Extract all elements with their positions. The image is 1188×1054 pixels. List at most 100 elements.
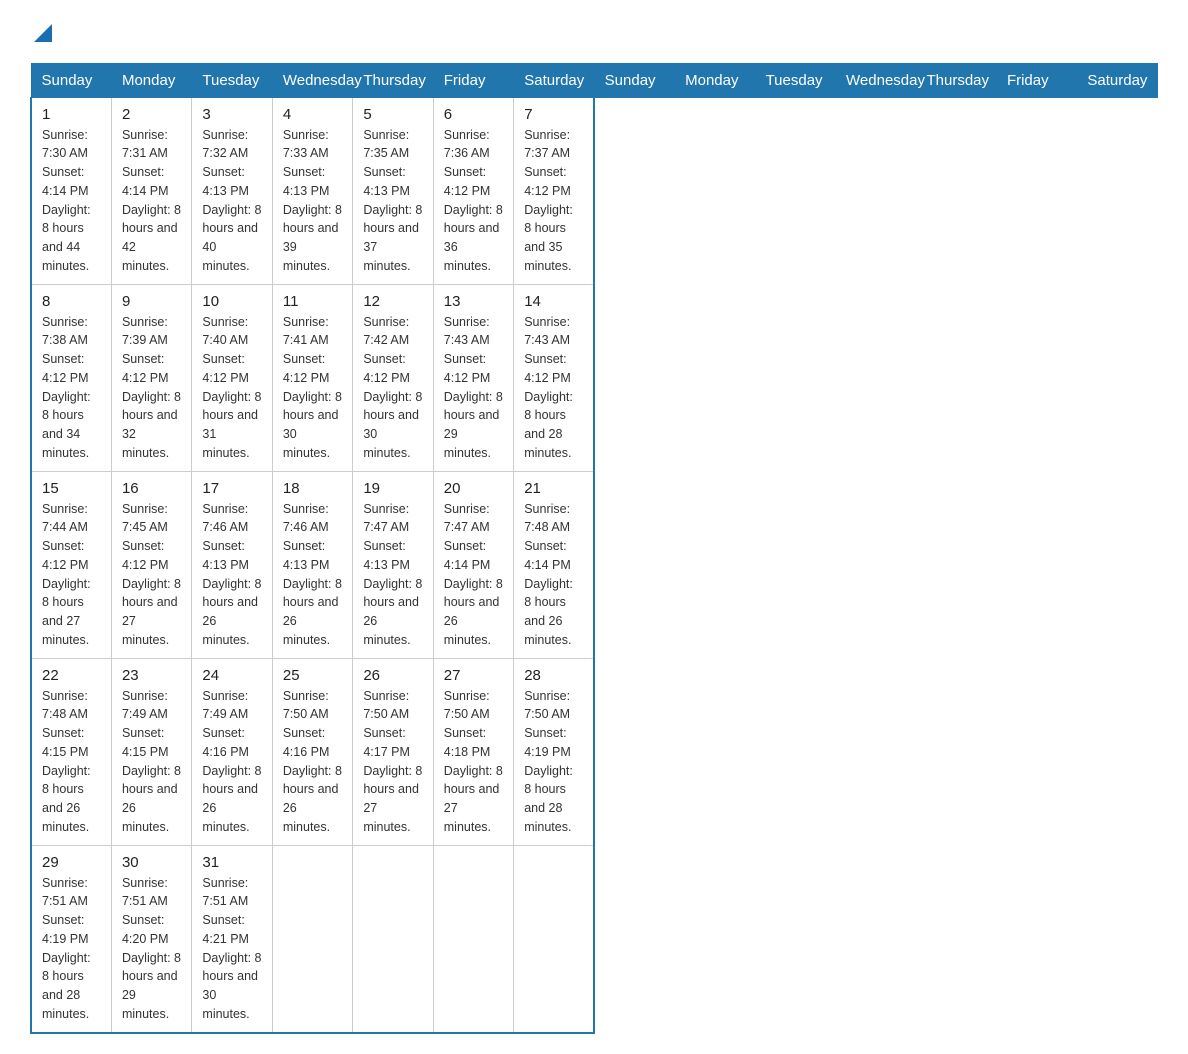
calendar-cell: 3Sunrise: 7:32 AMSunset: 4:13 PMDaylight… [192, 97, 272, 284]
day-number: 15 [42, 480, 101, 497]
day-number: 11 [283, 293, 342, 310]
day-number: 28 [524, 667, 583, 684]
calendar-cell: 9Sunrise: 7:39 AMSunset: 4:12 PMDaylight… [111, 284, 191, 471]
day-info: Sunrise: 7:33 AMSunset: 4:13 PMDaylight:… [283, 126, 342, 276]
calendar-cell: 5 Sunrise: 7:35 AMSunset: 4:13 PMDaylight… [353, 97, 433, 284]
day-number: 23 [122, 667, 181, 684]
day-number: 14 [524, 293, 583, 310]
calendar-cell: 10 Sunrise: 7:40 AMSunset: 4:12 PMDayligh… [192, 284, 272, 471]
day-number: 16 [122, 480, 181, 497]
col-header-sunday: Sunday [594, 63, 674, 97]
week-row-4: 22 Sunrise: 7:48 AMSunset: 4:15 PMDayligh… [31, 658, 1158, 845]
calendar-cell: 12Sunrise: 7:42 AMSunset: 4:12 PMDayligh… [353, 284, 433, 471]
day-info: Sunrise: 7:51 AMSunset: 4:20 PMDaylight:… [122, 874, 181, 1024]
header-thursday: Thursday [353, 63, 433, 97]
calendar-cell: 22 Sunrise: 7:48 AMSunset: 4:15 PMDayligh… [31, 658, 111, 845]
col-header-monday: Monday [675, 63, 755, 97]
day-number: 21 [524, 480, 583, 497]
day-info: Sunrise: 7:43 AMSunset: 4:12 PMDaylight:… [524, 313, 583, 463]
col-header-friday: Friday [996, 63, 1076, 97]
calendar-cell: 23Sunrise: 7:49 AMSunset: 4:15 PMDayligh… [111, 658, 191, 845]
day-number: 13 [444, 293, 503, 310]
day-info: Sunrise: 7:37 AMSunset: 4:12 PMDaylight:… [524, 126, 583, 276]
day-number: 27 [444, 667, 503, 684]
day-info: Sunrise: 7:31 AMSunset: 4:14 PMDaylight:… [122, 126, 181, 276]
header-tuesday: Tuesday [192, 63, 272, 97]
calendar-cell: 26 Sunrise: 7:50 AMSunset: 4:17 PMDayligh… [353, 658, 433, 845]
day-info: Sunrise: 7:48 AMSunset: 4:15 PMDaylight:… [42, 687, 101, 837]
day-number: 9 [122, 293, 181, 310]
day-number: 12 [363, 293, 422, 310]
day-info: Sunrise: 7:38 AMSunset: 4:12 PMDaylight:… [42, 313, 101, 463]
day-info: Sunrise: 7:46 AMSunset: 4:13 PMDaylight:… [283, 500, 342, 650]
calendar-cell: 15Sunrise: 7:44 AMSunset: 4:12 PMDayligh… [31, 471, 111, 658]
calendar-cell: 8Sunrise: 7:38 AMSunset: 4:12 PMDaylight… [31, 284, 111, 471]
calendar-cell: 13 Sunrise: 7:43 AMSunset: 4:12 PMDayligh… [433, 284, 513, 471]
day-info: Sunrise: 7:50 AMSunset: 4:18 PMDaylight:… [444, 687, 503, 837]
day-info: Sunrise: 7:50 AMSunset: 4:19 PMDaylight:… [524, 687, 583, 837]
day-info: Sunrise: 7:43 AMSunset: 4:12 PMDaylight:… [444, 313, 503, 463]
day-info: Sunrise: 7:51 AMSunset: 4:21 PMDaylight:… [202, 874, 261, 1024]
col-header-saturday: Saturday [1077, 63, 1158, 97]
header-sunday: Sunday [31, 63, 111, 97]
day-info: Sunrise: 7:50 AMSunset: 4:16 PMDaylight:… [283, 687, 342, 837]
day-info: Sunrise: 7:30 AMSunset: 4:14 PMDaylight:… [42, 126, 101, 276]
day-number: 30 [122, 854, 181, 871]
day-info: Sunrise: 7:32 AMSunset: 4:13 PMDaylight:… [202, 126, 261, 276]
calendar-table: SundayMondayTuesdayWednesdayThursdayFrid… [30, 63, 1158, 1034]
calendar-cell: 11 Sunrise: 7:41 AMSunset: 4:12 PMDayligh… [272, 284, 352, 471]
day-info: Sunrise: 7:47 AMSunset: 4:13 PMDaylight:… [363, 500, 422, 650]
calendar-cell: 21Sunrise: 7:48 AMSunset: 4:14 PMDayligh… [514, 471, 594, 658]
day-info: Sunrise: 7:47 AMSunset: 4:14 PMDaylight:… [444, 500, 503, 650]
day-number: 2 [122, 106, 181, 123]
calendar-cell: 7 Sunrise: 7:37 AMSunset: 4:12 PMDaylight… [514, 97, 594, 284]
calendar-cell: 30 Sunrise: 7:51 AMSunset: 4:20 PMDayligh… [111, 845, 191, 1033]
day-number: 22 [42, 667, 101, 684]
day-number: 26 [363, 667, 422, 684]
calendar-cell: 24Sunrise: 7:49 AMSunset: 4:16 PMDayligh… [192, 658, 272, 845]
day-info: Sunrise: 7:41 AMSunset: 4:12 PMDaylight:… [283, 313, 342, 463]
day-number: 5 [363, 106, 422, 123]
calendar-cell: 25 Sunrise: 7:50 AMSunset: 4:16 PMDayligh… [272, 658, 352, 845]
day-info: Sunrise: 7:50 AMSunset: 4:17 PMDaylight:… [363, 687, 422, 837]
calendar-cell [514, 845, 594, 1033]
day-info: Sunrise: 7:49 AMSunset: 4:16 PMDaylight:… [202, 687, 261, 837]
day-number: 4 [283, 106, 342, 123]
calendar-cell: 16 Sunrise: 7:45 AMSunset: 4:12 PMDayligh… [111, 471, 191, 658]
col-header-thursday: Thursday [916, 63, 996, 97]
header-saturday: Saturday [514, 63, 594, 97]
day-info: Sunrise: 7:35 AMSunset: 4:13 PMDaylight:… [363, 126, 422, 276]
calendar-cell [433, 845, 513, 1033]
calendar-cell: 6Sunrise: 7:36 AMSunset: 4:12 PMDaylight… [433, 97, 513, 284]
day-info: Sunrise: 7:51 AMSunset: 4:19 PMDaylight:… [42, 874, 101, 1024]
col-header-wednesday: Wednesday [836, 63, 916, 97]
calendar-cell: 19 Sunrise: 7:47 AMSunset: 4:13 PMDayligh… [353, 471, 433, 658]
calendar-cell [353, 845, 433, 1033]
calendar-cell: 28 Sunrise: 7:50 AMSunset: 4:19 PMDayligh… [514, 658, 594, 845]
day-info: Sunrise: 7:46 AMSunset: 4:13 PMDaylight:… [202, 500, 261, 650]
header-wednesday: Wednesday [272, 63, 352, 97]
day-number: 19 [363, 480, 422, 497]
week-row-1: 1Sunrise: 7:30 AMSunset: 4:14 PMDaylight… [31, 97, 1158, 284]
calendar-header-row: SundayMondayTuesdayWednesdayThursdayFrid… [31, 63, 1158, 97]
logo [30, 20, 52, 47]
calendar-cell [272, 845, 352, 1033]
day-number: 25 [283, 667, 342, 684]
calendar-cell: 31Sunrise: 7:51 AMSunset: 4:21 PMDayligh… [192, 845, 272, 1033]
calendar-cell: 4 Sunrise: 7:33 AMSunset: 4:13 PMDaylight… [272, 97, 352, 284]
day-number: 29 [42, 854, 101, 871]
calendar-cell: 17Sunrise: 7:46 AMSunset: 4:13 PMDayligh… [192, 471, 272, 658]
day-number: 10 [202, 293, 261, 310]
day-number: 20 [444, 480, 503, 497]
calendar-cell: 2 Sunrise: 7:31 AMSunset: 4:14 PMDaylight… [111, 97, 191, 284]
day-number: 6 [444, 106, 503, 123]
day-number: 7 [524, 106, 583, 123]
calendar-cell: 27 Sunrise: 7:50 AMSunset: 4:18 PMDayligh… [433, 658, 513, 845]
calendar-cell: 1Sunrise: 7:30 AMSunset: 4:14 PMDaylight… [31, 97, 111, 284]
day-info: Sunrise: 7:45 AMSunset: 4:12 PMDaylight:… [122, 500, 181, 650]
calendar-cell: 14 Sunrise: 7:43 AMSunset: 4:12 PMDayligh… [514, 284, 594, 471]
day-info: Sunrise: 7:40 AMSunset: 4:12 PMDaylight:… [202, 313, 261, 463]
logo-triangle-icon [34, 20, 52, 47]
week-row-3: 15Sunrise: 7:44 AMSunset: 4:12 PMDayligh… [31, 471, 1158, 658]
header [30, 20, 1158, 47]
